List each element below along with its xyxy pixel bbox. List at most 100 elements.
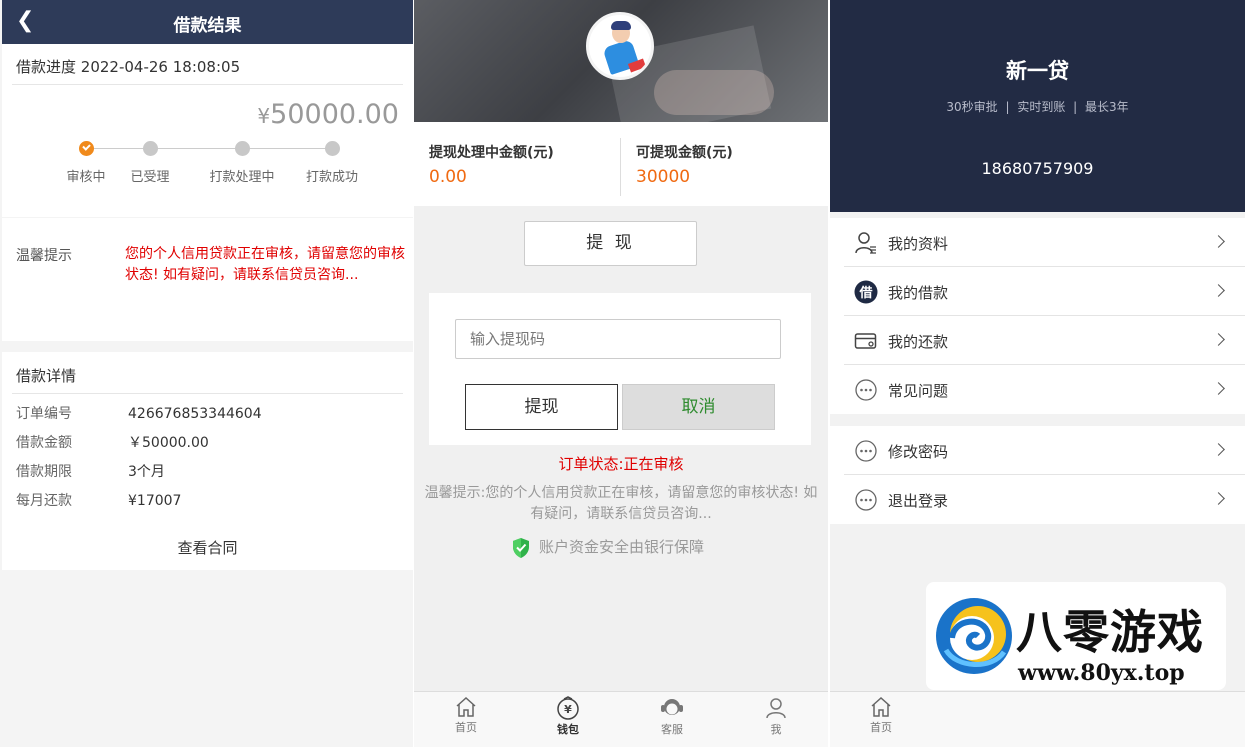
tab-home[interactable]: 首页 [426,694,506,735]
detail-row-order-no: 订单编号 426676853344604 [16,403,262,423]
tab-label: 钱包 [557,723,579,736]
withdraw-button[interactable]: 提 现 [524,221,697,266]
chevron-right-icon [1212,284,1225,297]
svg-text:¥: ¥ [564,703,572,716]
tab-home[interactable]: 首页 [841,694,921,735]
menu-item-my-profile[interactable]: 我的资料 [844,218,1245,267]
withdraw-code-input[interactable] [455,319,781,359]
chevron-right-icon [1212,382,1225,395]
tip-section: 温馨提示 您的个人信用贷款正在审核，请留意您的审核状态! 如有疑问，请联系信贷员… [2,218,413,341]
step-payout-processing: 打款处理中 [202,139,282,185]
tab-me[interactable]: 我 [736,694,816,737]
more-icon [855,379,877,401]
detail-value: ¥17007 [128,493,182,509]
detail-row-amount: 借款金额 ￥50000.00 [16,432,209,452]
processing-balance: 提现处理中金额(元) 0.00 [429,142,554,187]
more-icon [855,489,877,511]
detail-key: 订单编号 [16,406,72,422]
order-status: 订单状态:正在审核 [558,455,684,473]
menu-label: 我的资料 [888,235,949,253]
tab-label: 首页 [870,721,892,734]
avatar-hair-shape [611,21,631,30]
check-dot-icon [78,141,94,156]
withdraw-dialog: 提现 取消 [429,293,811,445]
loan-result-screen: ❮ 借款结果 借款进度 2022-04-26 18:08:05 ¥50000.0… [0,0,413,747]
step-accepted: 已受理 [110,139,190,185]
tab-service[interactable]: 客服 [632,694,712,737]
wallet-banner [414,0,828,140]
progress-label: 借款进度 [16,58,77,76]
detail-key: 每月还款 [16,493,72,509]
user-phone: 18680757909 [981,159,1094,178]
menu-group-main: 我的资料 借 我的借款 我的还款 常见问题 [830,218,1245,414]
step-label: 打款成功 [305,170,358,185]
watermark-title: 八零游戏 [1016,605,1204,659]
pending-dot-icon [142,141,158,156]
more-icon [855,440,877,462]
divider [12,393,403,394]
svg-text:借: 借 [858,285,872,301]
progress-time: 借款进度 2022-04-26 18:08:05 [16,56,240,77]
tab-label: 客服 [661,723,683,736]
step-payout-success: 打款成功 [292,139,372,185]
home-icon [871,696,891,717]
page-title: 借款结果 [173,16,242,36]
menu-label: 我的还款 [888,333,949,351]
menu-group-account: 修改密码 退出登录 [830,426,1245,524]
home-icon [456,696,476,717]
app-name: 新一贷 [1006,59,1069,83]
confirm-withdraw-button[interactable]: 提现 [465,384,618,430]
processing-value: 0.00 [429,167,467,187]
detail-title: 借款详情 [16,367,77,385]
shield-icon [513,537,529,558]
chevron-right-icon [1212,492,1225,505]
menu-label: 常见问题 [888,382,949,400]
pending-dot-icon [324,141,340,156]
progress-timestamp: 2022-04-26 18:08:05 [80,58,241,76]
processing-label: 提现处理中金额(元) [429,145,554,161]
menu-item-logout[interactable]: 退出登录 [844,475,1245,524]
tab-wallet[interactable]: ¥ 钱包 [528,694,608,737]
wallet-screen: 提现处理中金额(元) 0.00 可提现金额(元) 30000 提 现 提现 取消… [414,0,828,747]
detail-value: 3个月 [128,464,165,480]
loan-amount: ¥50000.00 [257,99,399,130]
security-note: 账户资金安全由银行保障 [511,536,704,559]
menu-item-my-repayments[interactable]: 我的还款 [844,316,1245,365]
user-icon [766,698,786,719]
loan-progress-card: 借款进度 2022-04-26 18:08:05 ¥50000.00 审核中 已… [2,44,413,217]
menu-item-faq[interactable]: 常见问题 [844,365,1245,414]
avatar[interactable] [586,12,654,80]
watermark-url: www.80yx.top [1018,660,1185,686]
step-label: 打款处理中 [209,170,275,185]
detail-value: 426676853344604 [128,406,262,422]
detail-row-term: 借款期限 3个月 [16,461,165,481]
menu-label: 我的借款 [888,284,949,302]
profile-icon [855,232,876,254]
service-icon [661,699,683,715]
tip-text: 您的个人信用贷款正在审核，请留意您的审核状态! 如有疑问，请联系信贷员咨询... [125,246,405,283]
divider [12,84,403,85]
wallet-icon: ¥ [557,696,579,720]
menu-item-my-loans[interactable]: 借 我的借款 [844,267,1245,316]
profile-header: 新一贷 30秒审批 | 实时到账 | 最长3年 18680757909 [830,0,1245,212]
app-slogan: 30秒审批 | 实时到账 | 最长3年 [946,100,1129,114]
menu-item-change-password[interactable]: 修改密码 [844,426,1245,475]
balance-section: 提现处理中金额(元) 0.00 可提现金额(元) 30000 [414,122,828,206]
chevron-right-icon [1212,333,1225,346]
loan-icon: 借 [854,280,878,304]
progress-steps: 审核中 已受理 打款处理中 打款成功 [2,139,413,189]
pending-dot-icon [234,141,250,156]
chevron-right-icon [1212,443,1225,456]
currency-symbol: ¥ [257,104,271,128]
loan-detail-section: 借款详情 订单编号 426676853344604 借款金额 ￥50000.00 借… [2,352,413,570]
swirl-logo-icon [936,598,1012,674]
menu-label: 修改密码 [888,443,949,461]
bottom-tab-bar: 首页 ¥ 钱包 客服 我 [414,691,828,747]
cancel-button[interactable]: 取消 [622,384,775,430]
banner-hand-shape [654,70,774,115]
detail-key: 借款期限 [16,464,72,480]
menu-label: 退出登录 [888,492,949,510]
amount-value: 50000.00 [270,99,399,130]
view-contract-link[interactable]: 查看合同 [2,537,413,558]
security-text: 账户资金安全由银行保障 [539,538,705,556]
